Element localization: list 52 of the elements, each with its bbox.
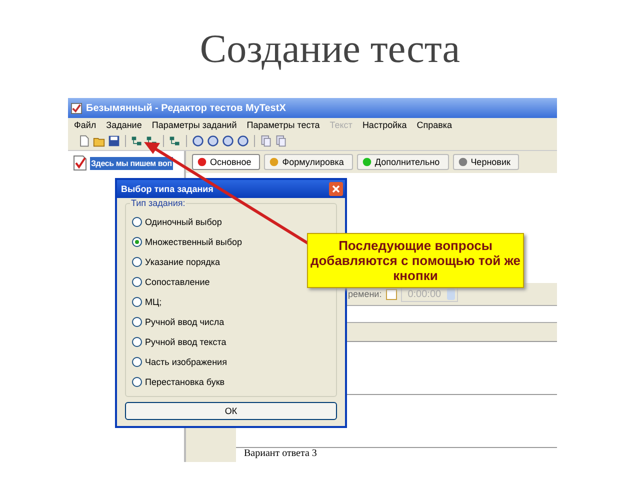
menu-item[interactable]: Задание xyxy=(106,120,142,130)
radio-label[interactable]: Указание порядка xyxy=(145,257,220,267)
radio-button[interactable] xyxy=(132,317,142,327)
tree-icon[interactable] xyxy=(169,135,181,147)
folder-icon[interactable] xyxy=(93,135,105,147)
tab[interactable]: Черновик xyxy=(452,154,520,170)
ok-button[interactable]: ОК xyxy=(125,402,337,420)
answer-label: Вариант ответа 3 xyxy=(236,447,557,462)
radio-button[interactable] xyxy=(132,377,142,387)
radio-button[interactable] xyxy=(132,337,142,347)
slide-title: Создание теста xyxy=(198,25,462,73)
tree-item[interactable]: Здесь мы пишем воп xyxy=(90,156,173,170)
timer-checkbox[interactable] xyxy=(386,288,397,300)
floppy-icon[interactable] xyxy=(108,135,120,147)
group-label: Тип задания: xyxy=(130,198,186,208)
radio-button[interactable] xyxy=(132,297,142,307)
radio-button[interactable] xyxy=(132,257,142,267)
circle-icon[interactable] xyxy=(192,135,204,147)
menu-item[interactable]: Справка xyxy=(416,120,452,130)
radio-label[interactable]: Часть изображения xyxy=(145,357,227,367)
radio-label[interactable]: Ручной ввод числа xyxy=(145,317,224,327)
circle-icon[interactable] xyxy=(237,135,249,147)
radio-label[interactable]: Множественный выбор xyxy=(145,237,242,247)
radio-label[interactable]: МЦ; xyxy=(145,297,162,307)
radio-button[interactable] xyxy=(132,277,142,287)
copy-icon[interactable] xyxy=(260,135,272,147)
callout-note: Последующие вопросы добавляются с помощью той же кнопки xyxy=(307,233,524,288)
radio-label[interactable]: Ручной ввод текста xyxy=(145,337,226,347)
time-label: ремени: xyxy=(348,289,382,299)
circle-icon[interactable] xyxy=(207,135,219,147)
menu-item[interactable]: Файл xyxy=(74,120,96,130)
radio-button[interactable] xyxy=(132,357,142,367)
menu-item[interactable]: Параметры заданий xyxy=(152,120,237,130)
tab[interactable]: Дополнительно xyxy=(356,154,449,170)
radio-button[interactable] xyxy=(132,237,142,247)
clipboard-icon[interactable] xyxy=(275,135,287,147)
checklist-icon xyxy=(72,155,88,171)
radio-label[interactable]: Сопоставление xyxy=(145,277,210,287)
radio-label[interactable]: Перестановка букв xyxy=(145,377,225,387)
document-icon[interactable] xyxy=(78,135,90,147)
window-title: Безымянный - Редактор тестов MyTestX xyxy=(86,102,286,114)
dialog-title: Выбор типа задания xyxy=(121,184,214,194)
tree-icon[interactable] xyxy=(131,135,143,147)
close-icon[interactable] xyxy=(329,182,343,196)
tab[interactable]: Формулировка xyxy=(264,154,353,170)
checkmark-icon xyxy=(71,102,82,114)
menu-item[interactable]: Параметры теста xyxy=(246,120,320,130)
tab[interactable]: Основное xyxy=(192,154,260,170)
menu-item[interactable]: Настройка xyxy=(362,120,407,130)
circle-icon[interactable] xyxy=(222,135,234,147)
radio-label[interactable]: Одиночный выбор xyxy=(145,217,222,227)
radio-button[interactable] xyxy=(132,217,142,227)
